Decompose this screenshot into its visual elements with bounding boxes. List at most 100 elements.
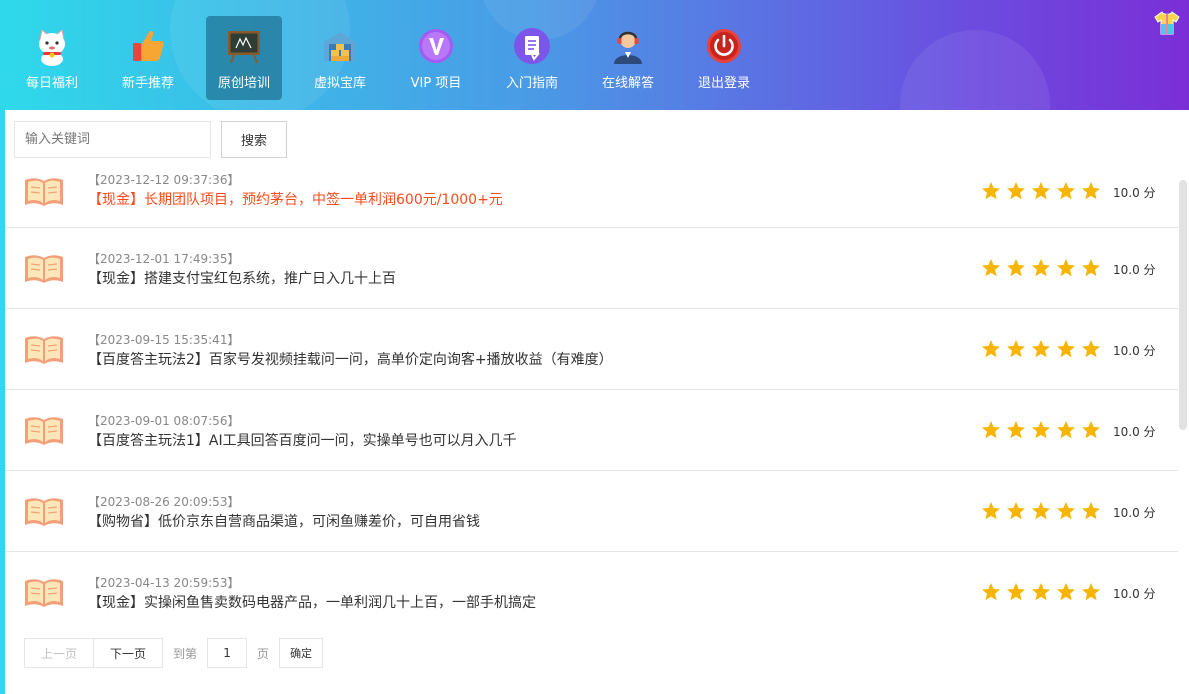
- star-icon: [982, 340, 1000, 358]
- star-icon: [1082, 502, 1100, 520]
- scrollbar[interactable]: [1179, 180, 1187, 430]
- search-bar: 搜索: [14, 121, 287, 158]
- nav-label: 在线解答: [601, 76, 654, 91]
- item-date: 【2023-04-13 20:59:53】: [88, 576, 240, 590]
- book-icon: [25, 417, 63, 445]
- warehouse-icon: [324, 32, 356, 61]
- prev-page-button[interactable]: 上一页: [24, 638, 95, 668]
- star-icon: [1082, 583, 1100, 601]
- nav-item-vip-projects[interactable]: VIP 项目: [398, 16, 474, 100]
- nav-item-newbie-recommend[interactable]: 新手推荐: [110, 16, 186, 100]
- nav-label: 入门指南: [505, 76, 558, 91]
- rating-stars: [981, 582, 1106, 602]
- star-icon: [1007, 182, 1025, 200]
- item-date: 【2023-12-01 17:49:35】: [88, 252, 240, 266]
- star-icon: [1032, 259, 1050, 277]
- star-icon: [1082, 340, 1100, 358]
- list-item[interactable]: 【2023-09-01 08:07:56】【百度答主玩法1】AI工具回答百度问一…: [5, 390, 1178, 471]
- star-icon: [1007, 502, 1025, 520]
- book-icon: [25, 178, 63, 206]
- star-icon: [1032, 502, 1050, 520]
- item-score: 10.0 分: [1113, 506, 1156, 520]
- content-panel: 搜索 【2023-12-12 09:37:36】【现金】长期团队项目，预约茅台，…: [5, 110, 1189, 694]
- vip-icon: [419, 29, 453, 63]
- pagination: 上一页 下一页 到第 页 确定: [24, 638, 324, 668]
- book-icon: [25, 498, 63, 526]
- star-icon: [1032, 583, 1050, 601]
- blackboard-icon: [228, 31, 260, 64]
- list-item[interactable]: 【2023-04-13 20:59:53】【现金】实操闲鱼售卖数码电器产品，一单…: [5, 552, 1178, 633]
- star-icon: [1082, 421, 1100, 439]
- star-icon: [982, 502, 1000, 520]
- item-score: 10.0 分: [1113, 186, 1156, 200]
- main-nav: 每日福利 新手推荐 原创培训 虚拟宝库 VIP 项目 入门指南 在线解答 退出登…: [14, 16, 782, 100]
- list-item[interactable]: 【2023-12-01 17:49:35】【现金】搭建支付宝红包系统，推广日入几…: [5, 228, 1178, 309]
- star-icon: [1057, 182, 1075, 200]
- item-title[interactable]: 【百度答主玩法2】百家号发视频挂载问一问，高单价定向询客+播放收益（有难度）: [88, 349, 613, 369]
- star-icon: [982, 259, 1000, 277]
- nav-item-logout[interactable]: 退出登录: [686, 16, 762, 100]
- star-icon: [1007, 421, 1025, 439]
- star-icon: [1082, 182, 1100, 200]
- star-icon: [982, 182, 1000, 200]
- item-title[interactable]: 【现金】搭建支付宝红包系统，推广日入几十上百: [88, 268, 396, 288]
- confirm-page-button[interactable]: 确定: [279, 638, 324, 668]
- item-date: 【2023-09-15 15:35:41】: [88, 333, 240, 347]
- article-list: 【2023-12-12 09:37:36】【现金】长期团队项目，预约茅台，中签一…: [5, 166, 1178, 633]
- star-icon: [982, 421, 1000, 439]
- nav-label: 新手推荐: [121, 76, 174, 91]
- item-date: 【2023-09-01 08:07:56】: [88, 414, 240, 428]
- page-unit-label: 页: [257, 646, 270, 661]
- item-title[interactable]: 【百度答主玩法1】AI工具回答百度问一问，实操单号也可以月入几千: [88, 430, 517, 450]
- support-agent-icon: [614, 31, 642, 64]
- star-icon: [1007, 583, 1025, 601]
- nav-item-original-training[interactable]: 原创培训: [206, 16, 282, 100]
- star-icon: [982, 583, 1000, 601]
- search-input[interactable]: [14, 121, 211, 158]
- star-icon: [1032, 182, 1050, 200]
- item-title[interactable]: 【现金】实操闲鱼售卖数码电器产品，一单利润几十上百，一部手机搞定: [88, 592, 536, 612]
- nav-item-daily-welfare[interactable]: 每日福利: [14, 16, 90, 100]
- item-date: 【2023-08-26 20:09:53】: [88, 495, 240, 509]
- nav-label: 原创培训: [217, 76, 270, 91]
- item-title[interactable]: 【现金】长期团队项目，预约茅台，中签一单利润600元/1000+元: [88, 189, 503, 209]
- nav-item-virtual-treasury[interactable]: 虚拟宝库: [302, 16, 378, 100]
- thumbs-up-icon: [133, 31, 164, 61]
- star-icon: [1057, 259, 1075, 277]
- nav-label: 虚拟宝库: [313, 76, 366, 91]
- star-icon: [1057, 421, 1075, 439]
- book-icon: [25, 579, 63, 607]
- rating-stars: [981, 501, 1106, 521]
- star-icon: [1082, 259, 1100, 277]
- star-icon: [1057, 502, 1075, 520]
- nav-item-getting-started[interactable]: 入门指南: [494, 16, 570, 100]
- list-item[interactable]: 【2023-09-15 15:35:41】【百度答主玩法2】百家号发视频挂载问一…: [5, 309, 1178, 390]
- list-item[interactable]: 【2023-08-26 20:09:53】【购物省】低价京东自营商品渠道，可闲鱼…: [5, 471, 1178, 552]
- item-score: 10.0 分: [1113, 344, 1156, 358]
- nav-label: 每日福利: [25, 76, 78, 91]
- item-score: 10.0 分: [1113, 263, 1156, 277]
- star-icon: [1032, 340, 1050, 358]
- nav-item-online-answers[interactable]: 在线解答: [590, 16, 666, 100]
- next-page-button[interactable]: 下一页: [94, 638, 164, 668]
- item-score: 10.0 分: [1113, 587, 1156, 601]
- search-button[interactable]: 搜索: [221, 121, 287, 158]
- page-number-input[interactable]: [207, 638, 248, 668]
- power-icon: [707, 29, 741, 63]
- item-score: 10.0 分: [1113, 425, 1156, 439]
- nav-label: VIP 项目: [410, 76, 462, 91]
- tshirt-skin-icon[interactable]: [1153, 10, 1181, 36]
- item-date: 【2023-12-12 09:37:36】: [88, 173, 240, 187]
- item-title[interactable]: 【购物省】低价京东自营商品渠道，可闲鱼赚差价，可自用省钱: [88, 511, 480, 531]
- top-navigation-bar: 每日福利 新手推荐 原创培训 虚拟宝库 VIP 项目 入门指南 在线解答 退出登…: [0, 0, 1189, 110]
- star-icon: [1032, 421, 1050, 439]
- rating-stars: [981, 339, 1106, 359]
- rating-stars: [981, 258, 1106, 278]
- star-icon: [1007, 340, 1025, 358]
- list-item[interactable]: 【2023-12-12 09:37:36】【现金】长期团队项目，预约茅台，中签一…: [5, 166, 1178, 228]
- star-icon: [1057, 583, 1075, 601]
- book-icon: [25, 255, 63, 283]
- nav-label: 退出登录: [697, 76, 750, 91]
- rating-stars: [981, 420, 1106, 440]
- decorative-bubble: [900, 30, 1050, 110]
